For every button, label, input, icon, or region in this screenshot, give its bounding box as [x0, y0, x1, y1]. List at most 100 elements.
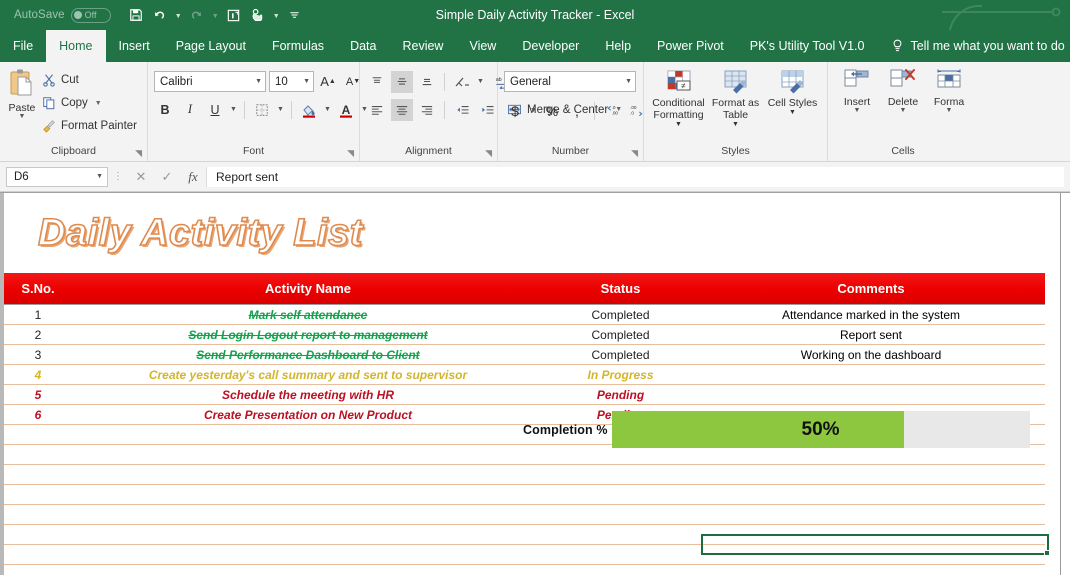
- cell-sno[interactable]: 5: [4, 388, 72, 402]
- tab-file[interactable]: File: [0, 30, 46, 62]
- font-size-dropdown-icon[interactable]: ▼: [297, 78, 310, 85]
- undo-dropdown-icon[interactable]: ▼: [173, 4, 184, 26]
- cell-comments[interactable]: Attendance marked in the system: [697, 308, 1045, 322]
- format-as-table-dropdown-icon[interactable]: ▼: [732, 121, 739, 129]
- name-box-dropdown-icon[interactable]: ▼: [96, 173, 103, 180]
- orientation-dropdown-icon[interactable]: ▼: [476, 78, 485, 85]
- tab-help[interactable]: Help: [592, 30, 644, 62]
- delete-cells-dropdown-icon[interactable]: ▼: [900, 107, 907, 115]
- orientation-button[interactable]: [451, 71, 473, 93]
- column-header-status[interactable]: Status: [544, 281, 697, 296]
- cell-comments[interactable]: Report sent: [697, 328, 1045, 342]
- table-row[interactable]: 4 Create yesterday's call summary and sen…: [4, 365, 1045, 385]
- cell-status[interactable]: Pending: [544, 388, 697, 402]
- accounting-format-button[interactable]: $: [504, 100, 526, 122]
- table-row[interactable]: [4, 465, 1045, 485]
- autosave-toggle[interactable]: Off: [70, 7, 111, 23]
- align-bottom-button[interactable]: [416, 71, 438, 93]
- increase-decimal-button[interactable]: .0.00: [601, 100, 623, 122]
- cell-styles-button[interactable]: Cell Styles ▼: [764, 66, 821, 117]
- table-row[interactable]: [4, 525, 1045, 545]
- align-middle-button[interactable]: [391, 70, 413, 93]
- column-header-activity[interactable]: Activity Name: [72, 281, 544, 296]
- tab-pk-utility-tool[interactable]: PK's Utility Tool V1.0: [737, 30, 878, 62]
- percent-style-button[interactable]: %: [541, 100, 563, 122]
- cell-status[interactable]: In Progress: [544, 368, 697, 382]
- insert-cells-dropdown-icon[interactable]: ▼: [854, 107, 861, 115]
- cell-sno[interactable]: 3: [4, 348, 72, 362]
- cell-status[interactable]: Completed: [544, 328, 697, 342]
- italic-button[interactable]: I: [179, 99, 201, 121]
- fill-color-dropdown-icon[interactable]: ▼: [323, 106, 332, 113]
- table-row[interactable]: [4, 445, 1045, 465]
- cell-styles-dropdown-icon[interactable]: ▼: [789, 109, 796, 117]
- table-row[interactable]: [4, 485, 1045, 505]
- align-center-button[interactable]: [391, 98, 413, 121]
- table-row[interactable]: 3 Send Performance Dashboard to Client Com…: [4, 345, 1045, 365]
- save-icon[interactable]: [125, 4, 147, 26]
- table-row[interactable]: 5 Schedule the meeting with HR Pending: [4, 385, 1045, 405]
- touch-mode-dropdown-icon[interactable]: ▼: [271, 4, 282, 26]
- cell-sno[interactable]: 2: [4, 328, 72, 342]
- font-size-select[interactable]: 10 ▼: [269, 71, 314, 92]
- font-family-dropdown-icon[interactable]: ▼: [249, 78, 262, 85]
- cell-status[interactable]: Completed: [544, 348, 697, 362]
- delete-cells-button[interactable]: Delete ▼: [880, 66, 926, 115]
- table-row[interactable]: [4, 505, 1045, 525]
- autosave-control[interactable]: AutoSave Off: [14, 7, 111, 23]
- number-dialog-launcher-icon[interactable]: ◥: [631, 148, 638, 159]
- formula-input[interactable]: Report sent: [206, 166, 1064, 187]
- decrease-indent-button[interactable]: [451, 99, 473, 121]
- accounting-dropdown-icon[interactable]: ▼: [529, 107, 538, 114]
- tab-formulas[interactable]: Formulas: [259, 30, 337, 62]
- increase-indent-button[interactable]: [476, 99, 498, 121]
- tab-insert[interactable]: Insert: [106, 30, 163, 62]
- redo-icon[interactable]: [186, 4, 208, 26]
- underline-dropdown-icon[interactable]: ▼: [229, 106, 238, 113]
- column-header-sno[interactable]: S.No.: [4, 281, 72, 296]
- copy-dropdown-icon[interactable]: ▼: [95, 100, 102, 107]
- tab-developer[interactable]: Developer: [509, 30, 592, 62]
- clipboard-dialog-launcher-icon[interactable]: ◥: [135, 148, 142, 159]
- underline-button[interactable]: U: [204, 99, 226, 121]
- tab-page-layout[interactable]: Page Layout: [163, 30, 259, 62]
- increase-font-size-button[interactable]: A ▲: [317, 71, 339, 93]
- tab-home[interactable]: Home: [46, 30, 106, 62]
- cell-activity-name[interactable]: Mark self attendance: [72, 308, 544, 322]
- customize-qat-icon[interactable]: [284, 4, 306, 26]
- insert-function-icon[interactable]: fx: [180, 167, 206, 187]
- format-cells-dropdown-icon[interactable]: ▼: [946, 107, 953, 115]
- conditional-formatting-button[interactable]: ≠ Conditional Formatting ▼: [650, 66, 707, 129]
- table-row[interactable]: 2 Send Login Logout report to management C…: [4, 325, 1045, 345]
- paste-button[interactable]: Paste ▼: [6, 66, 38, 121]
- cell-activity-name[interactable]: Create yesterday's call summary and sent…: [72, 368, 544, 382]
- font-dialog-launcher-icon[interactable]: ◥: [347, 148, 354, 159]
- table-row[interactable]: [4, 545, 1045, 565]
- column-header-comments[interactable]: Comments: [697, 281, 1045, 296]
- conditional-formatting-dropdown-icon[interactable]: ▼: [675, 121, 682, 129]
- cell-status[interactable]: Completed: [544, 308, 697, 322]
- copy-button[interactable]: Copy ▼: [38, 92, 141, 114]
- fill-color-button[interactable]: [298, 99, 320, 121]
- cell-sno[interactable]: 6: [4, 408, 72, 422]
- format-cells-button[interactable]: Forma ▼: [926, 66, 972, 115]
- tab-data[interactable]: Data: [337, 30, 389, 62]
- tell-me-search[interactable]: Tell me what you want to do: [891, 30, 1065, 62]
- worksheet-grid[interactable]: Daily Activity List Completion % 50% S.N…: [0, 192, 1070, 575]
- font-family-select[interactable]: Calibri ▼: [154, 71, 266, 92]
- align-top-button[interactable]: [366, 71, 388, 93]
- table-row[interactable]: 1 Mark self attendance Completed Attendance…: [4, 305, 1045, 325]
- align-right-button[interactable]: [416, 99, 438, 121]
- cell-sno[interactable]: 1: [4, 308, 72, 322]
- cell-activity-name[interactable]: Send Performance Dashboard to Client: [72, 348, 544, 362]
- cell-sno[interactable]: 4: [4, 368, 72, 382]
- number-format-dropdown-icon[interactable]: ▼: [619, 78, 632, 85]
- name-box[interactable]: D6 ▼: [6, 166, 108, 187]
- paste-dropdown-icon[interactable]: ▼: [19, 113, 26, 121]
- tab-power-pivot[interactable]: Power Pivot: [644, 30, 737, 62]
- cell-activity-name[interactable]: Schedule the meeting with HR: [72, 388, 544, 402]
- tab-review[interactable]: Review: [389, 30, 456, 62]
- cancel-icon[interactable]: ✕: [128, 167, 154, 187]
- format-painter-button[interactable]: Format Painter: [38, 115, 141, 137]
- cut-button[interactable]: Cut: [38, 69, 141, 91]
